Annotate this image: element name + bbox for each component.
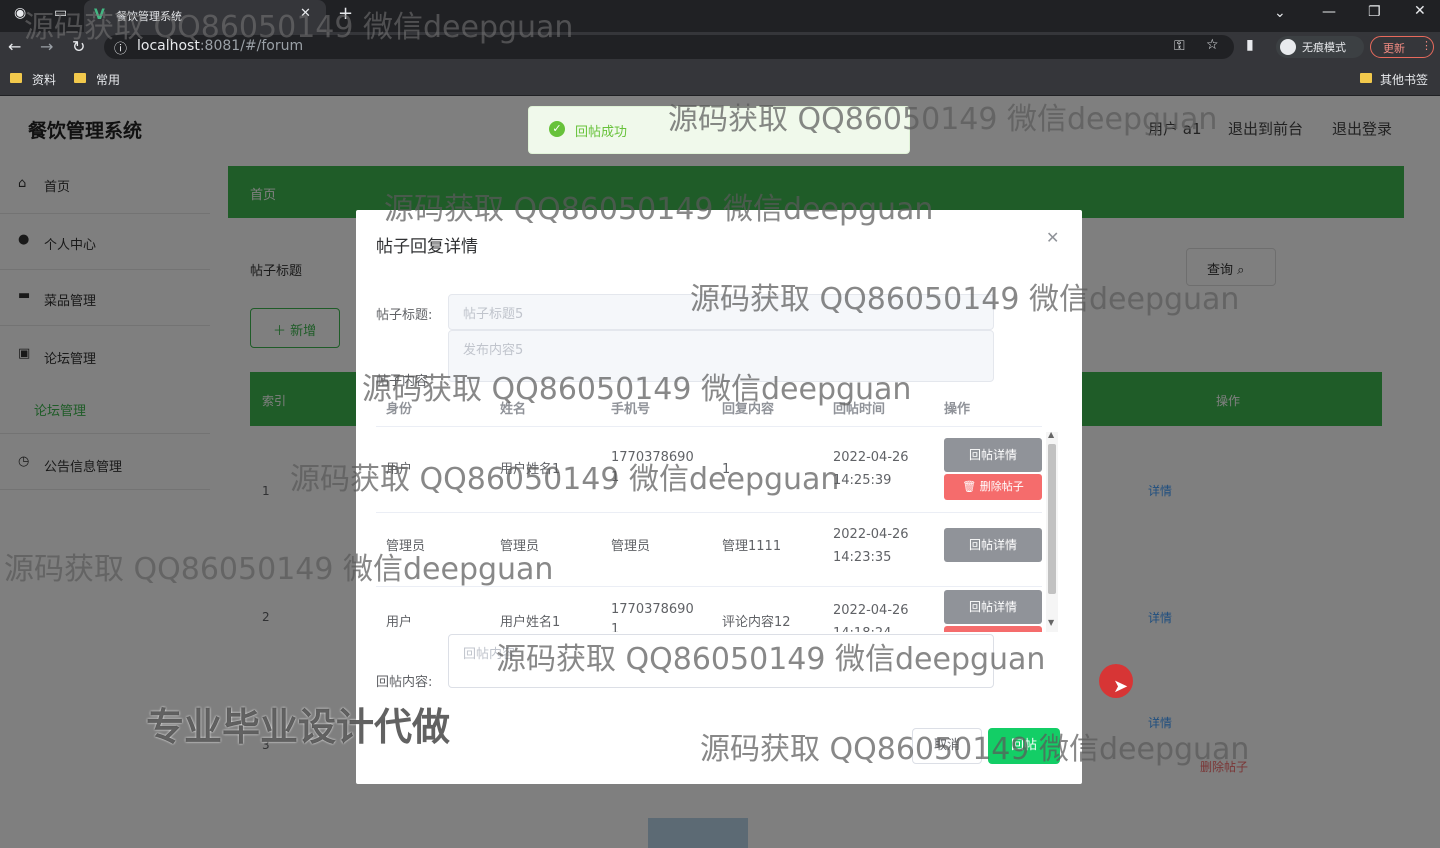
folder-icon bbox=[10, 73, 22, 83]
delete-reply-button[interactable] bbox=[944, 626, 1042, 632]
watermark-text: 源码获取 QQ86050149 微信deepguan bbox=[700, 732, 1250, 767]
watermark-text: 源码获取 QQ86050149 微信deepguan bbox=[4, 552, 554, 587]
watermark-text: 源码获取 QQ86050149 微信deepguan bbox=[290, 462, 840, 497]
side-panel-icon[interactable]: ▮ bbox=[1246, 37, 1254, 53]
watermark-text: 源码获取 QQ86050149 微信deepguan bbox=[384, 192, 934, 227]
reply-content-label: 回帖内容: bbox=[376, 675, 433, 690]
watermark-text: 源码获取 QQ86050149 微信deepguan bbox=[668, 102, 1218, 137]
watermark-text: 源码获取 QQ86050149 微信deepguan bbox=[24, 10, 574, 45]
table-scrollbar[interactable]: ▲ ▼ bbox=[1046, 430, 1058, 632]
dialog-title: 帖子回复详情 bbox=[376, 237, 478, 257]
watermark-text: 源码获取 QQ86050149 微信deepguan bbox=[690, 282, 1240, 317]
folder-icon bbox=[74, 73, 86, 83]
post-title-label: 帖子标题: bbox=[376, 308, 433, 323]
mouse-pointer-icon: ➤ bbox=[1113, 676, 1129, 697]
folder-icon bbox=[1360, 73, 1372, 83]
toast-message: 回帖成功 bbox=[575, 125, 628, 140]
col-ops: 操作 bbox=[944, 402, 971, 417]
watermark-text: 源码获取 QQ86050149 微信deepguan bbox=[362, 372, 912, 407]
bookmarks-bar bbox=[0, 62, 1440, 96]
back-icon[interactable]: ← bbox=[8, 37, 21, 56]
reply-name: 用户姓名1 bbox=[500, 615, 561, 630]
reply-date: 2022-04-26 bbox=[833, 450, 909, 465]
divider bbox=[376, 512, 1042, 513]
reply-content: 管理1111 bbox=[722, 539, 782, 554]
scroll-up-icon[interactable]: ▲ bbox=[1048, 430, 1054, 439]
bookmark-ziliao[interactable]: 资料 bbox=[32, 71, 56, 88]
incognito-indicator[interactable]: 无痕模式 bbox=[1276, 36, 1364, 58]
watermark-text: 源码获取 QQ86050149 微信deepguan bbox=[496, 642, 1046, 677]
reply-date: 2022-04-26 bbox=[833, 527, 909, 542]
scrollbar-thumb[interactable] bbox=[1048, 444, 1056, 594]
reply-detail-button[interactable]: 回帖详情 bbox=[944, 528, 1042, 562]
other-bookmarks[interactable]: 其他书签 bbox=[1380, 71, 1428, 88]
reply-detail-button[interactable]: 回帖详情 bbox=[944, 590, 1042, 624]
reply-time: 14:23:35 bbox=[833, 550, 892, 565]
bookmark-changyong[interactable]: 常用 bbox=[96, 71, 120, 88]
reply-date: 2022-04-26 bbox=[833, 603, 909, 618]
reply-content: 评论内容12 bbox=[722, 615, 791, 630]
reply-identity: 用户 bbox=[386, 615, 413, 630]
key-icon[interactable]: ⚿ bbox=[1174, 38, 1185, 54]
bookmark-star-icon[interactable]: ☆ bbox=[1206, 37, 1219, 53]
window-close-icon[interactable]: ✕ bbox=[1414, 3, 1426, 19]
reply-phone: 管理员 bbox=[611, 539, 651, 554]
reply-phone: 17703786901 bbox=[611, 602, 694, 632]
check-circle-icon: ✓ bbox=[549, 121, 565, 137]
update-button[interactable]: 更新 ⋮ bbox=[1370, 36, 1434, 58]
scroll-down-icon[interactable]: ▼ bbox=[1048, 618, 1054, 627]
dialog-close-icon[interactable]: ✕ bbox=[1046, 228, 1059, 247]
chevron-down-icon[interactable]: ⌄ bbox=[1274, 5, 1286, 21]
divider bbox=[376, 426, 1042, 427]
reply-time: 14:25:39 bbox=[833, 473, 892, 488]
reply-time: 14:18:24 bbox=[833, 622, 891, 632]
restore-icon[interactable]: ❐ bbox=[1368, 4, 1381, 20]
delete-reply-button[interactable]: 🗑 删除帖子 bbox=[944, 474, 1042, 500]
minimize-icon[interactable]: — bbox=[1322, 4, 1336, 20]
promo-watermark: 专业毕业设计代做 bbox=[146, 705, 451, 749]
reply-detail-button[interactable]: 回帖详情 bbox=[944, 438, 1042, 472]
